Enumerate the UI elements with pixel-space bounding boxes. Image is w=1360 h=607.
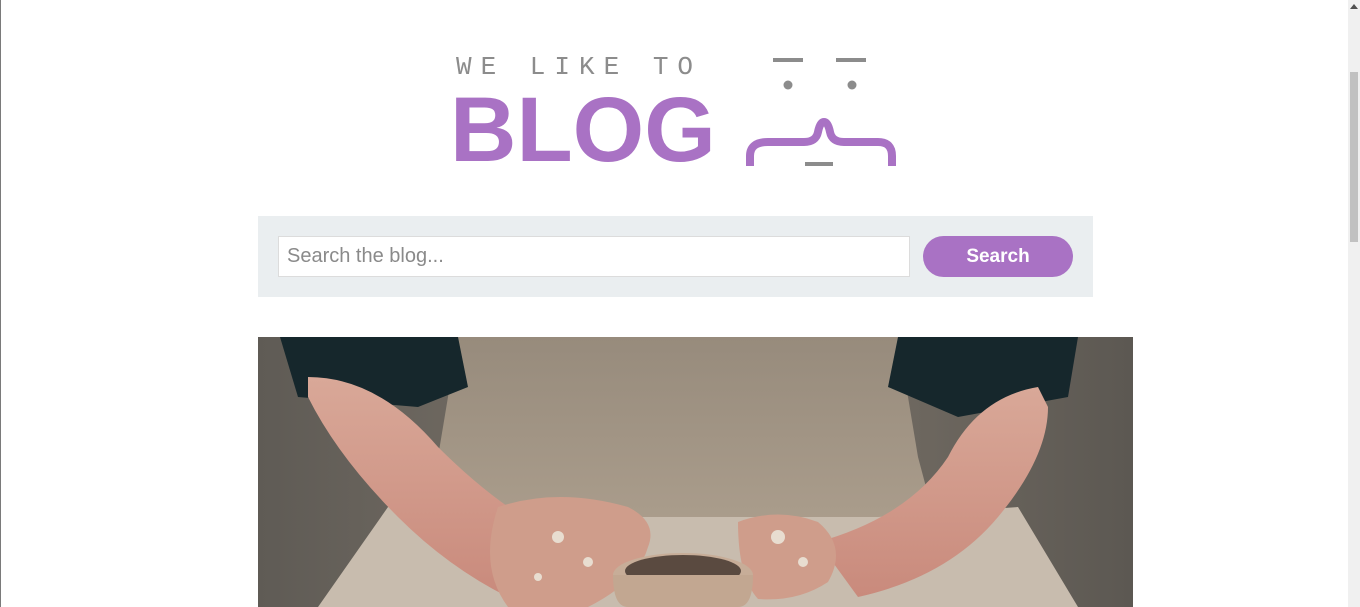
vertical-scrollbar[interactable] — [1348, 0, 1360, 607]
search-bar: Search — [258, 216, 1093, 297]
logo-wordmark: BLOG — [450, 79, 716, 181]
search-input[interactable] — [278, 236, 910, 277]
logo-face-icon — [746, 58, 896, 166]
scroll-up-arrow-icon[interactable] — [1348, 0, 1360, 14]
site-logo[interactable]: WE LIKE TO BLOG — [450, 50, 900, 180]
scrollbar-thumb[interactable] — [1350, 72, 1358, 242]
window-left-edge — [0, 0, 1, 607]
logo-tagline: WE LIKE TO — [456, 52, 703, 82]
pottery-wheel-hands-icon — [258, 337, 1133, 607]
search-button[interactable]: Search — [923, 236, 1073, 277]
hero-image — [258, 337, 1133, 607]
